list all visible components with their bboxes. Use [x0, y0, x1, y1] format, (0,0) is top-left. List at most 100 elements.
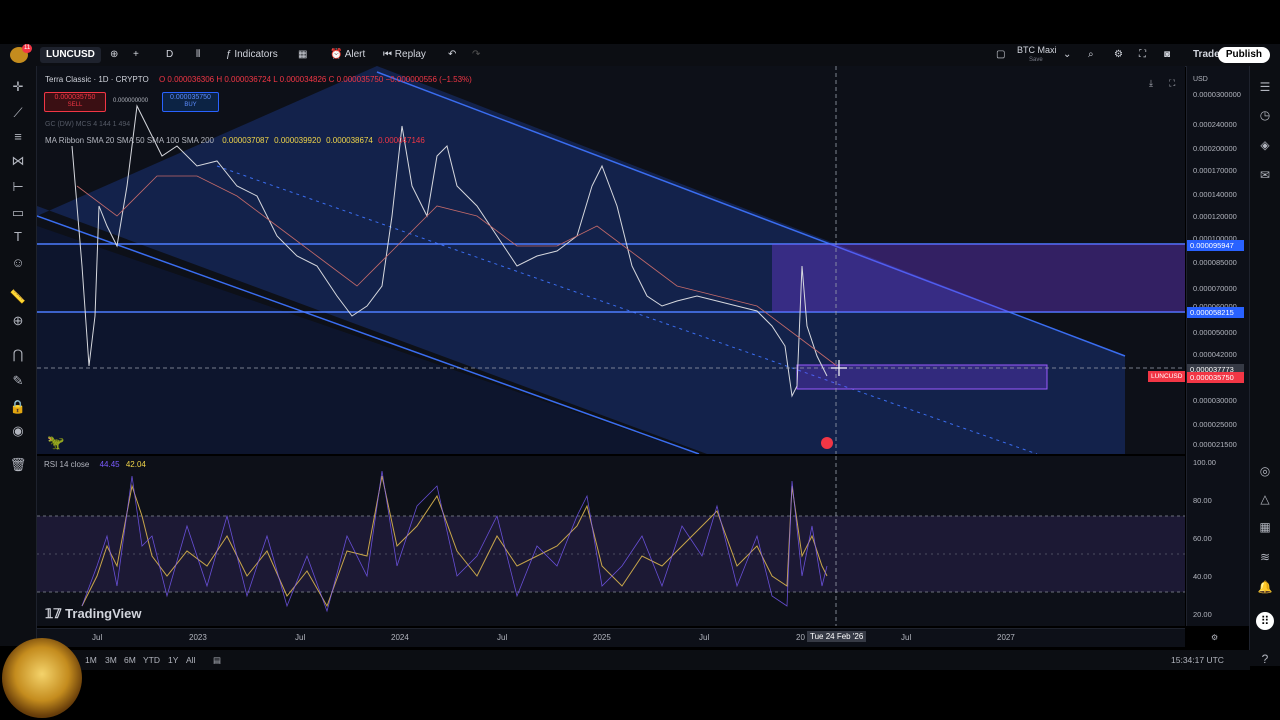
layout-icon[interactable]: ▢: [996, 47, 1005, 63]
trash-icon[interactable]: 🗑: [9, 456, 27, 474]
price-tick: 0.0000300000: [1193, 90, 1241, 99]
pattern-icon[interactable]: ⋈: [9, 152, 27, 170]
price-tick: 0.000085000: [1193, 258, 1237, 267]
range-6m-button[interactable]: 6M: [124, 655, 136, 665]
settings-icon[interactable]: ⚙: [1114, 47, 1123, 63]
lock-icon[interactable]: 🔒: [9, 398, 27, 416]
chart-legend: Terra Classic · 1D · CRYPTO O 0.00003630…: [45, 75, 472, 84]
rsi-pane[interactable]: RSI 14 close 44.45 42.04 𝟙𝟟 TradingView: [37, 456, 1185, 626]
dino-icon[interactable]: 🦖: [47, 434, 64, 451]
price-tick: 0.000021500: [1193, 440, 1237, 449]
sell-label: SELL: [67, 102, 83, 108]
resistance-zone[interactable]: [772, 244, 1185, 312]
range-ytd-button[interactable]: YTD: [143, 655, 160, 665]
interval-button[interactable]: D: [166, 47, 173, 63]
layout-name-button[interactable]: BTC Maxi Save: [1017, 45, 1057, 63]
event-marker-icon[interactable]: [821, 437, 833, 449]
replay-icon: ⏮: [383, 49, 395, 60]
settings-icon[interactable]: ⚙: [1211, 633, 1218, 642]
price-tick: 0.000140000: [1193, 190, 1237, 199]
fib-icon[interactable]: ≡: [9, 128, 27, 146]
price-tick: 0.000030000: [1193, 396, 1237, 405]
chevron-down-icon[interactable]: ⌄: [1063, 47, 1071, 63]
buy-button[interactable]: 0.000035750 BUY: [162, 92, 219, 112]
pencil-lock-icon[interactable]: ✎: [9, 372, 27, 390]
search-icon[interactable]: ⌕: [1088, 47, 1094, 63]
time-tick: 2025: [593, 633, 611, 642]
level-upper-label: 0.000095947: [1187, 240, 1244, 251]
time-tick: 2027: [997, 633, 1015, 642]
trendline-icon[interactable]: ⟋: [9, 104, 27, 122]
sell-button[interactable]: 0.000035750 SELL: [44, 92, 106, 112]
text-icon[interactable]: T: [9, 228, 27, 246]
alert-button[interactable]: ⏰ Alert: [330, 47, 365, 63]
price-axis[interactable]: USD 0.0000300000 0.000240000 0.000200000…: [1186, 66, 1251, 626]
crosshair-icon[interactable]: ✛: [9, 78, 27, 96]
gc-indicator-legend[interactable]: GC (DW) MCS 4 144 1 494: [45, 121, 130, 128]
spread-value: 0.000000000: [113, 98, 149, 104]
chart-type-icon[interactable]: ⫴: [196, 47, 200, 63]
alert-icon: ⏰: [330, 49, 345, 60]
fullscreen-icon[interactable]: ⛶: [1139, 47, 1146, 63]
ma-value-50: 0.000039920: [274, 136, 321, 145]
range-1m-button[interactable]: 1M: [85, 655, 97, 665]
crosshair-date-label: Tue 24 Feb '26: [807, 631, 867, 642]
replay-label: Replay: [394, 49, 426, 60]
range-3m-button[interactable]: 3M: [105, 655, 117, 665]
replay-button[interactable]: ⏮ Replay: [383, 47, 426, 63]
eye-icon[interactable]: ◉: [9, 422, 27, 440]
indicators-button[interactable]: ƒ Indicators: [226, 47, 278, 63]
alert-label: Alert: [344, 49, 366, 60]
symbol-title: Terra Classic · 1D · CRYPTO: [45, 75, 149, 84]
indicators-label: Indicators: [234, 49, 278, 60]
ohlc-values: O 0.000036306 H 0.000036724 L 0.00003482…: [158, 75, 472, 84]
ruler-icon[interactable]: 📏: [9, 288, 27, 306]
watchlist-icon[interactable]: ☰: [1256, 78, 1274, 96]
bottom-toolbar: 1M 3M 6M YTD 1Y All ▤ 15:34:17 UTC: [37, 650, 1250, 670]
publish-button[interactable]: Publish: [1217, 47, 1270, 63]
rsi-tick: 100.00: [1193, 458, 1216, 467]
tradingview-logo-icon: 𝟙𝟟: [45, 606, 66, 621]
layers-icon[interactable]: ◈: [1256, 136, 1274, 154]
date-range-icon[interactable]: ▤: [213, 655, 221, 666]
watermark-text: TradingView: [65, 606, 142, 621]
rsi-tick: 60.00: [1193, 534, 1212, 543]
download-icon[interactable]: ⤓: [1149, 78, 1153, 89]
apps-icon[interactable]: ⠿: [1256, 612, 1274, 630]
measure-icon[interactable]: ⊢: [9, 178, 27, 196]
currency-label[interactable]: USD: [1193, 76, 1208, 83]
utc-clock[interactable]: 15:34:17 UTC: [1171, 655, 1224, 665]
price-chart-pane[interactable]: Terra Classic · 1D · CRYPTO O 0.00003630…: [37, 66, 1185, 454]
time-tick: 20: [796, 633, 805, 642]
notifications-icon[interactable]: 🔔: [1256, 578, 1274, 596]
redo-icon[interactable]: ↷: [472, 47, 480, 63]
symbol-search-button[interactable]: LUNCUSD: [40, 47, 101, 63]
calendar-icon[interactable]: ▦: [1256, 518, 1274, 536]
rsi-legend[interactable]: RSI 14 close 44.45 42.04: [44, 460, 146, 469]
ma-ribbon-legend[interactable]: MA Ribbon SMA 20 SMA 50 SMA 100 SMA 200 …: [45, 136, 425, 145]
trade-button[interactable]: Trade: [1193, 47, 1220, 63]
level-lower-label: 0.000058215: [1187, 307, 1244, 318]
add-symbol-icon[interactable]: +: [133, 47, 139, 63]
target-icon[interactable]: ◎: [1256, 462, 1274, 480]
time-axis[interactable]: Jul 2023 Jul 2024 Jul 2025 Jul 20 Jul 20…: [37, 628, 1218, 647]
emoji-icon[interactable]: ☺: [9, 254, 27, 272]
range-1y-button[interactable]: 1Y: [168, 655, 178, 665]
clock-icon[interactable]: ◷: [1256, 106, 1274, 124]
stream-icon[interactable]: ≋: [1256, 548, 1274, 566]
magnet-icon[interactable]: ⋂: [9, 346, 27, 364]
help-icon[interactable]: ?: [1256, 650, 1274, 668]
range-all-button[interactable]: All: [186, 655, 195, 665]
compare-icon[interactable]: ⊕: [110, 47, 118, 63]
chat-icon[interactable]: ✉: [1256, 166, 1274, 184]
shape-icon[interactable]: ▭: [9, 204, 27, 222]
templates-icon[interactable]: ▦: [298, 47, 307, 63]
time-tick: 2024: [391, 633, 409, 642]
zoom-icon[interactable]: ⊕: [9, 312, 27, 330]
camera-icon[interactable]: ◙: [1164, 47, 1170, 63]
undo-icon[interactable]: ↶: [448, 47, 456, 63]
buy-label: BUY: [184, 102, 197, 108]
ideas-icon[interactable]: △: [1256, 490, 1274, 508]
maximize-icon[interactable]: ⛶: [1169, 78, 1175, 89]
last-price-label: 0.000035750: [1187, 372, 1244, 383]
